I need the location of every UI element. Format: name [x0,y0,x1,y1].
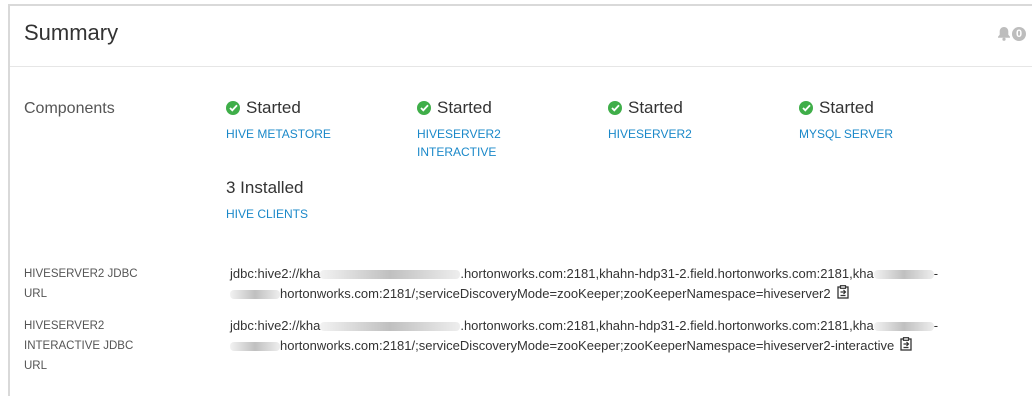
url-text: .hortonworks.com:2181,khahn-hdp31-2.fiel… [460,318,874,333]
label-line: HIVESERVER2 JDBC [24,268,138,280]
component-link[interactable]: HIVE CLIENTS [226,205,308,223]
component-name: HIVESERVER2 [608,127,692,141]
component-status: Started [226,98,331,118]
component-name-cont: INTERACTIVE [417,145,497,159]
summary-panel: Summary 0 Components Started HIVE METAST… [8,4,1032,396]
jdbc-url-label: HIVESERVER2 INTERACTIVE JDBC URL [24,316,133,376]
url-text: jdbc:hive2://kha [230,266,321,281]
url-text: - [933,266,939,281]
clipboard-icon[interactable] [900,336,913,357]
component-link[interactable]: MYSQL SERVER [799,125,893,143]
check-circle-icon [417,101,431,115]
component-name: HIVE METASTORE [226,127,331,141]
status-text: Started [628,98,683,117]
url-text: .hortonworks.com:2181,khahn-hdp31-2.fiel… [460,266,874,281]
component-status: Started [608,98,692,118]
url-line-2: hortonworks.com:2181/;serviceDiscoveryMo… [230,336,938,357]
bell-icon [997,26,1011,41]
component-name: MYSQL SERVER [799,127,894,141]
component-hive-clients: 3 Installed HIVE CLIENTS [226,178,308,223]
jdbc-url-label: HIVESERVER2 JDBC URL [24,264,138,304]
component-name: HIVE CLIENTS [226,207,309,221]
title-divider [10,66,1032,67]
label-line: URL [24,360,48,372]
redacted-host [320,322,461,332]
redacted-host [873,270,934,280]
url-text: - [933,318,939,333]
panel-title: Summary [24,20,119,45]
check-circle-icon [799,101,813,115]
check-circle-icon [226,101,240,115]
component-status: Started [799,98,893,118]
check-circle-icon [608,101,622,115]
url-line-1: jdbc:hive2://kha .hortonworks.com:2181,kh… [230,316,938,336]
clipboard-icon[interactable] [836,284,850,305]
url-line-2: hortonworks.com:2181/;serviceDiscoveryMo… [230,284,938,305]
redacted-host [873,322,934,332]
label-line: HIVESERVER2 [24,320,105,332]
component-name: HIVESERVER2 [417,127,501,141]
label-line: INTERACTIVE JDBC [24,340,134,352]
installed-count: 3 Installed [226,178,304,197]
jdbc-url-value: jdbc:hive2://kha .hortonworks.com:2181,kh… [230,264,938,305]
label-line: URL [24,288,48,300]
component-mysql-server: Started MYSQL SERVER [799,98,893,143]
url-text: jdbc:hive2://kha [230,318,321,333]
components-label: Components [24,100,115,117]
status-text: Started [246,98,301,117]
redacted-host [230,342,280,352]
component-link[interactable]: HIVESERVER2 [608,125,692,143]
url-line-1: jdbc:hive2://kha .hortonworks.com:2181,kh… [230,264,938,284]
status-text: Started [437,98,492,117]
jdbc-url-value: jdbc:hive2://kha .hortonworks.com:2181,kh… [230,316,938,357]
redacted-host [320,270,461,280]
redacted-host [230,290,280,300]
component-link[interactable]: HIVESERVER2 INTERACTIVE [417,125,501,161]
alert-count-badge: 0 [1012,26,1026,41]
url-text: hortonworks.com:2181/;serviceDiscoveryMo… [280,286,831,301]
component-status: Started [417,98,501,118]
component-hiveserver2: Started HIVESERVER2 [608,98,692,143]
component-hiveserver2-interactive: Started HIVESERVER2 INTERACTIVE [417,98,501,161]
component-hive-metastore: Started HIVE METASTORE [226,98,331,143]
url-text: hortonworks.com:2181/;serviceDiscoveryMo… [280,338,895,353]
alerts-indicator[interactable]: 0 [997,26,1026,41]
status-text: Started [819,98,874,117]
component-link[interactable]: HIVE METASTORE [226,125,331,143]
